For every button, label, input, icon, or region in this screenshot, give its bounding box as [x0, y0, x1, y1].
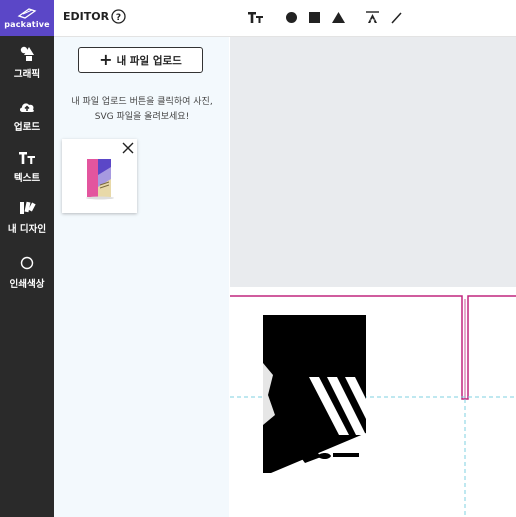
upload-cloud-icon	[19, 103, 34, 112]
workspace-background	[230, 37, 516, 287]
my-design-icon	[20, 201, 36, 214]
sidebar-item-my-design[interactable]: 내 디자인	[0, 200, 54, 235]
sidebar-item-label: 업로드	[13, 122, 41, 133]
brand-name: packative	[4, 20, 50, 29]
sidebar-item-label: 그래픽	[13, 69, 41, 80]
graphics-icon	[20, 46, 34, 61]
close-icon[interactable]	[122, 142, 134, 154]
print-color-icon	[20, 256, 34, 270]
plus-icon: +	[99, 50, 113, 69]
circle-tool-icon[interactable]	[284, 10, 299, 25]
upload-hint-line2: SVG 파일을 올려보세요!	[94, 112, 190, 122]
align-tool-icon[interactable]	[365, 10, 380, 25]
sidebar-item-text[interactable]: 텍스트	[0, 149, 54, 184]
artwork-image	[263, 315, 366, 473]
sidebar-item-label: 텍스트	[13, 173, 41, 184]
help-icon[interactable]: ?	[111, 9, 126, 24]
square-tool-icon[interactable]	[307, 10, 322, 25]
brand-logo[interactable]: packative	[0, 0, 54, 36]
sidebar-item-print-color[interactable]: 인쇄색상	[0, 255, 54, 290]
sidebar-item-upload[interactable]: 업로드	[0, 98, 54, 133]
sidebar-item-label: 인쇄색상	[9, 279, 45, 290]
uploaded-image-thumbnail[interactable]	[62, 139, 137, 213]
line-tool-icon[interactable]	[389, 10, 404, 25]
help-glyph: ?	[116, 13, 121, 23]
text-icon	[19, 152, 35, 164]
sidebar-item-label: 내 디자인	[7, 224, 47, 235]
upload-file-button[interactable]: + 내 파일 업로드	[78, 47, 203, 73]
placed-artwork[interactable]	[263, 315, 366, 473]
packative-logo-icon	[17, 8, 37, 19]
sidebar-item-graphics[interactable]: 그래픽	[0, 45, 54, 80]
page-title: EDITOR	[63, 10, 110, 23]
upload-panel: + 내 파일 업로드 내 파일 업로드 버튼을 클릭하여 사진, SVG 파일을…	[54, 37, 229, 517]
text-tool-icon[interactable]	[248, 10, 263, 25]
upload-hint: 내 파일 업로드 버튼을 클릭하여 사진, SVG 파일을 올려보세요!	[62, 95, 222, 125]
upload-file-label: 내 파일 업로드	[116, 54, 182, 67]
triangle-tool-icon[interactable]	[331, 10, 346, 25]
editor-toolbar: EDITOR ?	[54, 0, 516, 37]
left-sidebar: packative 그래픽 업로드 텍스트 내 디자인 인쇄색상	[0, 0, 54, 517]
upload-hint-line1: 내 파일 업로드 버튼을 클릭하여 사진,	[71, 97, 213, 107]
